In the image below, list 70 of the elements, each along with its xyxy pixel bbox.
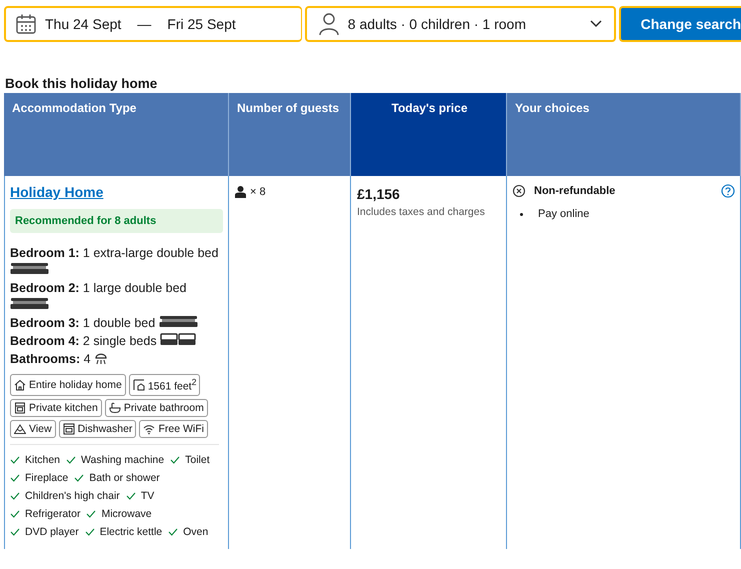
tag-label: Private kitchen	[29, 402, 98, 414]
date-field[interactable]: Thu 24 Sept — Fri 25 Sept	[4, 6, 302, 42]
tag-label: 1561 feet$^{2}$	[148, 377, 196, 392]
check-icon	[170, 456, 180, 464]
room-description: Bathrooms: 4	[10, 351, 223, 368]
section-heading: Book this holiday home	[4, 76, 158, 93]
change-search-button[interactable]: Change search	[618, 6, 741, 42]
single-bed-icon	[160, 333, 178, 347]
check-icon	[126, 492, 136, 500]
check-out-date: Fri 25 Sept	[167, 16, 236, 32]
facility-item: Toilet	[185, 452, 210, 468]
facility-item: Oven	[183, 524, 208, 540]
tag-label: Dishwasher	[78, 422, 132, 434]
room-description: Bedroom 3: 1 double bed	[10, 315, 223, 332]
guest-count: × 8	[250, 186, 266, 198]
check-in-date: Thu 24 Sept	[45, 16, 122, 32]
column-header: Your choices	[507, 93, 741, 176]
check-icon	[168, 528, 178, 536]
accommodation-link[interactable]: Holiday Home	[10, 184, 104, 200]
double-bed-icon	[10, 262, 49, 276]
bathtub-icon	[108, 402, 121, 414]
facility-item: Refrigerator	[25, 506, 80, 522]
single-bed-icon	[178, 333, 196, 347]
facility-item: Bath or shower	[89, 470, 160, 486]
bullet-icon	[520, 212, 523, 216]
guests-summary: 8 adults · 0 children · 1 room	[348, 16, 527, 32]
oven-icon	[14, 402, 26, 414]
facility-item: Kitchen	[25, 452, 60, 468]
tag-label: Free WiFi	[158, 422, 204, 434]
calendar-icon	[15, 13, 37, 35]
check-icon	[84, 528, 95, 536]
check-icon	[66, 456, 76, 464]
facility-item: Fireplace	[25, 470, 68, 486]
room-description: Bedroom 2: 1 large double bed	[10, 280, 223, 314]
wifi-icon	[143, 422, 156, 434]
help-icon[interactable]	[721, 184, 735, 198]
recommendation-badge: Recommended for 8 adults	[10, 209, 223, 233]
column-header: Number of guests	[229, 93, 351, 176]
double-bed-icon	[158, 315, 198, 329]
double-bed-icon	[10, 297, 49, 311]
house-icon	[14, 378, 26, 391]
check-icon	[74, 474, 84, 482]
mountain-icon	[14, 422, 26, 434]
tag-label: Private bathroom	[124, 402, 204, 414]
room-description: Bedroom 4: 2 single beds	[10, 333, 223, 350]
room-description: Bedroom 1: 1 extra-large double bed	[10, 245, 223, 279]
facility-item: DVD player	[25, 524, 79, 540]
chevron-down-icon	[590, 20, 602, 28]
dishwasher-icon	[62, 422, 75, 434]
facility-item: TV	[140, 488, 154, 504]
cancel-circle-icon	[512, 184, 526, 198]
check-icon	[86, 510, 96, 518]
price: £1,156	[357, 186, 401, 202]
payment-option: Pay online	[538, 208, 590, 220]
facility-item: Electric kettle	[100, 524, 162, 540]
column-header: Accommodation Type	[4, 93, 229, 176]
facility-item: Children's high chair	[25, 488, 120, 504]
column-header: Today's price	[351, 93, 507, 176]
person-icon	[235, 186, 246, 198]
shower-icon	[94, 351, 108, 365]
facility-item: Microwave	[101, 506, 152, 522]
price-note: Includes taxes and charges	[357, 206, 486, 218]
guests-dropdown[interactable]: 8 adults · 0 children · 1 room	[304, 6, 616, 42]
tag-label: Entire holiday home	[29, 378, 122, 391]
policy-label: Non-refundable	[534, 185, 616, 197]
facility-item: Washing machine	[81, 452, 164, 468]
tag-label: View	[29, 422, 52, 434]
date-separator: —	[137, 16, 152, 32]
person-icon	[318, 12, 340, 36]
floor-size-icon	[132, 378, 145, 391]
